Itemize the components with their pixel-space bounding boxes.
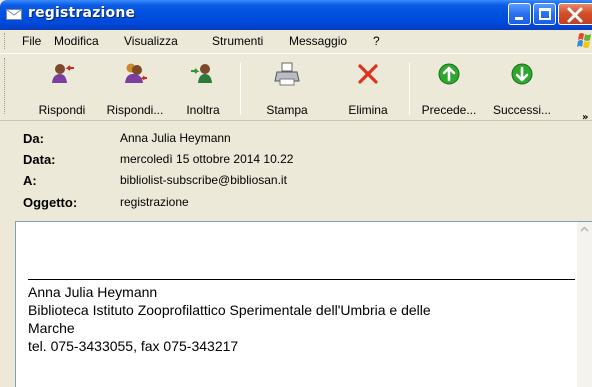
envelope-icon [6,9,22,20]
menu-file[interactable]: File [22,34,41,48]
next-button[interactable]: Successi... [487,58,557,120]
print-label: Stampa [266,103,308,117]
next-label: Successi... [492,103,552,117]
printer-icon [274,62,300,86]
reply-all-button[interactable]: Rispondi... [100,58,170,120]
forward-label: Inoltra [186,103,220,117]
signature-divider [28,279,575,280]
previous-label: Precede... [421,103,477,117]
menu-grip[interactable] [4,33,7,49]
title-bar[interactable]: registrazione [0,0,592,30]
menu-strumenti[interactable]: Strumenti [212,34,263,48]
signature-line: Biblioteca Istituto Zooprofilattico Sper… [28,302,431,318]
previous-button[interactable]: Precede... [415,58,483,120]
toolbar-grip[interactable] [4,58,7,114]
delete-label: Elimina [348,103,388,117]
window-title: registrazione [28,5,136,21]
date-value: mercoledì 15 ottobre 2014 10.22 [120,152,294,166]
delete-button[interactable]: Elimina [338,58,398,120]
maximize-button[interactable] [533,3,556,25]
message-header: Da: Anna Julia Heymann Data: mercoledì 1… [0,122,592,220]
to-label: A: [23,173,37,188]
from-value: Anna Julia Heymann [120,131,231,145]
date-label: Data: [23,152,56,167]
close-button[interactable] [558,3,592,25]
minimize-button[interactable] [508,3,531,25]
print-button[interactable]: Stampa [258,58,316,120]
forward-icon [191,64,212,83]
vertical-scrollbar[interactable] [577,222,592,387]
menu-modifica[interactable]: Modifica [54,34,99,48]
arrow-up-circle-icon [438,63,460,85]
menu-bar: File Modifica Visualizza Strumenti Messa… [0,30,592,52]
scroll-up-icon[interactable] [577,222,592,237]
message-body[interactable]: Anna Julia Heymann Biblioteca Istituto Z… [15,221,592,387]
menu-help[interactable]: ? [373,34,380,48]
reply-button[interactable]: Rispondi [32,58,92,120]
arrow-down-circle-icon [511,63,533,85]
subject-label: Oggetto: [23,195,78,210]
signature-line: Marche [28,320,75,336]
toolbar: Rispondi Rispondi... Inoltra Stampa Elim… [0,53,592,123]
reply-label: Rispondi [38,103,86,117]
close-icon [567,7,583,23]
reply-all-label: Rispondi... [106,103,164,117]
forward-button[interactable]: Inoltra [176,58,230,120]
toolbar-separator [240,63,241,115]
toolbar-separator [409,63,410,115]
reply-all-icon [125,63,147,83]
signature-phone: tel. 075-3433055, fax 075-343217 [28,338,239,354]
signature-name: Anna Julia Heymann [28,284,158,300]
delete-x-icon [358,64,378,84]
windows-logo-icon [577,33,591,48]
to-value: bibliolist-subscribe@bibliosan.it [120,173,287,187]
from-label: Da: [23,131,44,146]
reply-icon [52,64,74,83]
menu-messaggio[interactable]: Messaggio [289,34,347,48]
subject-value: registrazione [120,195,189,209]
menu-visualizza[interactable]: Visualizza [124,34,178,48]
